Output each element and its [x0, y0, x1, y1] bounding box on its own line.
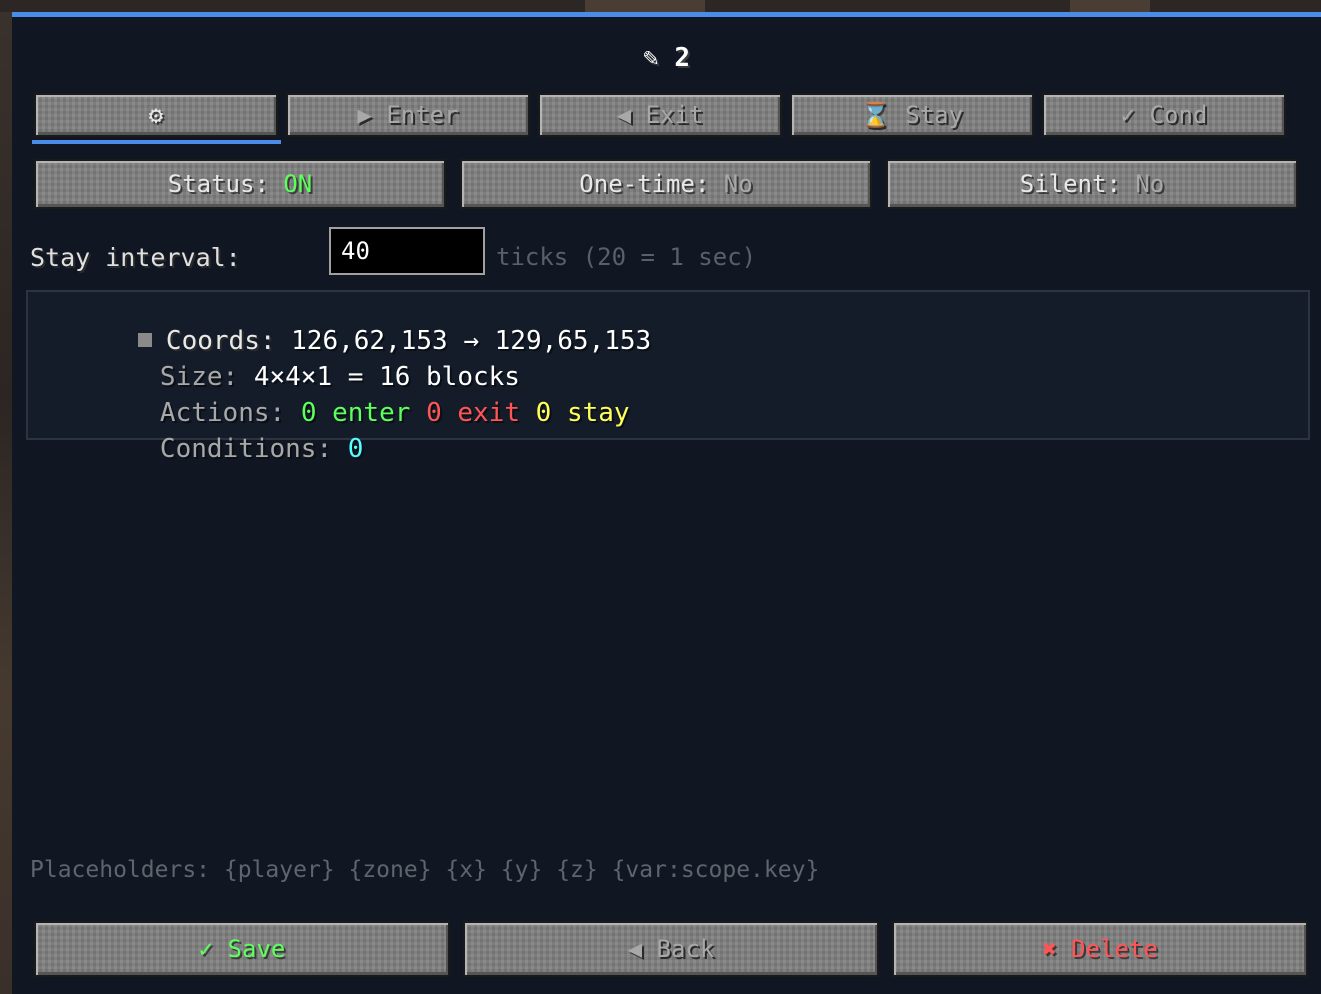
world-background-top [0, 0, 1321, 12]
back-arrow-icon: ◀ [627, 935, 643, 963]
save-button[interactable]: ✓ Save [34, 921, 450, 977]
check-icon: ✓ [198, 935, 214, 963]
stay-interval-input[interactable] [329, 227, 485, 275]
tab-cond[interactable]: ✓ Cond [1042, 93, 1286, 137]
conditions-value: 0 [347, 434, 364, 464]
silent-value: No [1135, 170, 1165, 198]
tab-stay[interactable]: ⌛ Stay [790, 93, 1034, 137]
tab-exit[interactable]: ◀ Exit [538, 93, 782, 137]
cross-icon: ✖ [1042, 935, 1057, 963]
stay-label: stay [566, 398, 630, 428]
zone-title: ✎ 2 [643, 43, 690, 73]
back-button[interactable]: ◀ Back [463, 921, 879, 977]
delete-button[interactable]: ✖ Delete [892, 921, 1308, 977]
zone-editor-panel: ✎ 2 ⚙ ▶ Enter ◀ Exit ⌛ Stay ✓ Cond Statu… [12, 12, 1321, 994]
tab-enter-label: ▶ Enter [357, 101, 459, 129]
conditions-label: Conditions: [159, 434, 348, 464]
one-time-toggle-button[interactable]: One-time: No [460, 159, 872, 209]
silent-label: Silent: [1019, 170, 1136, 198]
one-time-value: No [723, 170, 753, 198]
stay-interval-label: Stay interval: [30, 243, 241, 272]
conditions-line: Conditions: 0 [66, 404, 364, 494]
status-label: Status: [167, 170, 284, 198]
stay-count: 0 [535, 398, 552, 428]
tab-stay-label: ⌛ Stay [860, 101, 964, 129]
exit-label: exit [457, 398, 520, 428]
save-label: Save [227, 935, 286, 963]
active-tab-indicator [32, 140, 281, 144]
exit-count: 0 [426, 398, 442, 428]
world-background-left [0, 0, 12, 994]
stay-interval-hint: ticks (20 = 1 sec) [496, 243, 757, 271]
status-toggle-button[interactable]: Status: ON [34, 159, 446, 209]
placeholders-hint: Placeholders: {player} {zone} {x} {y} {z… [30, 857, 820, 883]
delete-label: Delete [1071, 935, 1158, 963]
tab-settings[interactable]: ⚙ [34, 93, 278, 137]
tab-exit-label: ◀ Exit [616, 101, 704, 129]
silent-toggle-button[interactable]: Silent: No [886, 159, 1298, 209]
status-value: ON [283, 170, 313, 198]
gear-icon: ⚙ [148, 101, 164, 129]
zone-info-box: Coords: 126,62,153 → 129,65,153 Size: 4×… [26, 290, 1310, 464]
one-time-label: One-time: [579, 170, 724, 198]
back-label: Back [656, 935, 715, 963]
tab-cond-label: ✓ Cond [1120, 101, 1208, 129]
tab-enter[interactable]: ▶ Enter [286, 93, 530, 137]
